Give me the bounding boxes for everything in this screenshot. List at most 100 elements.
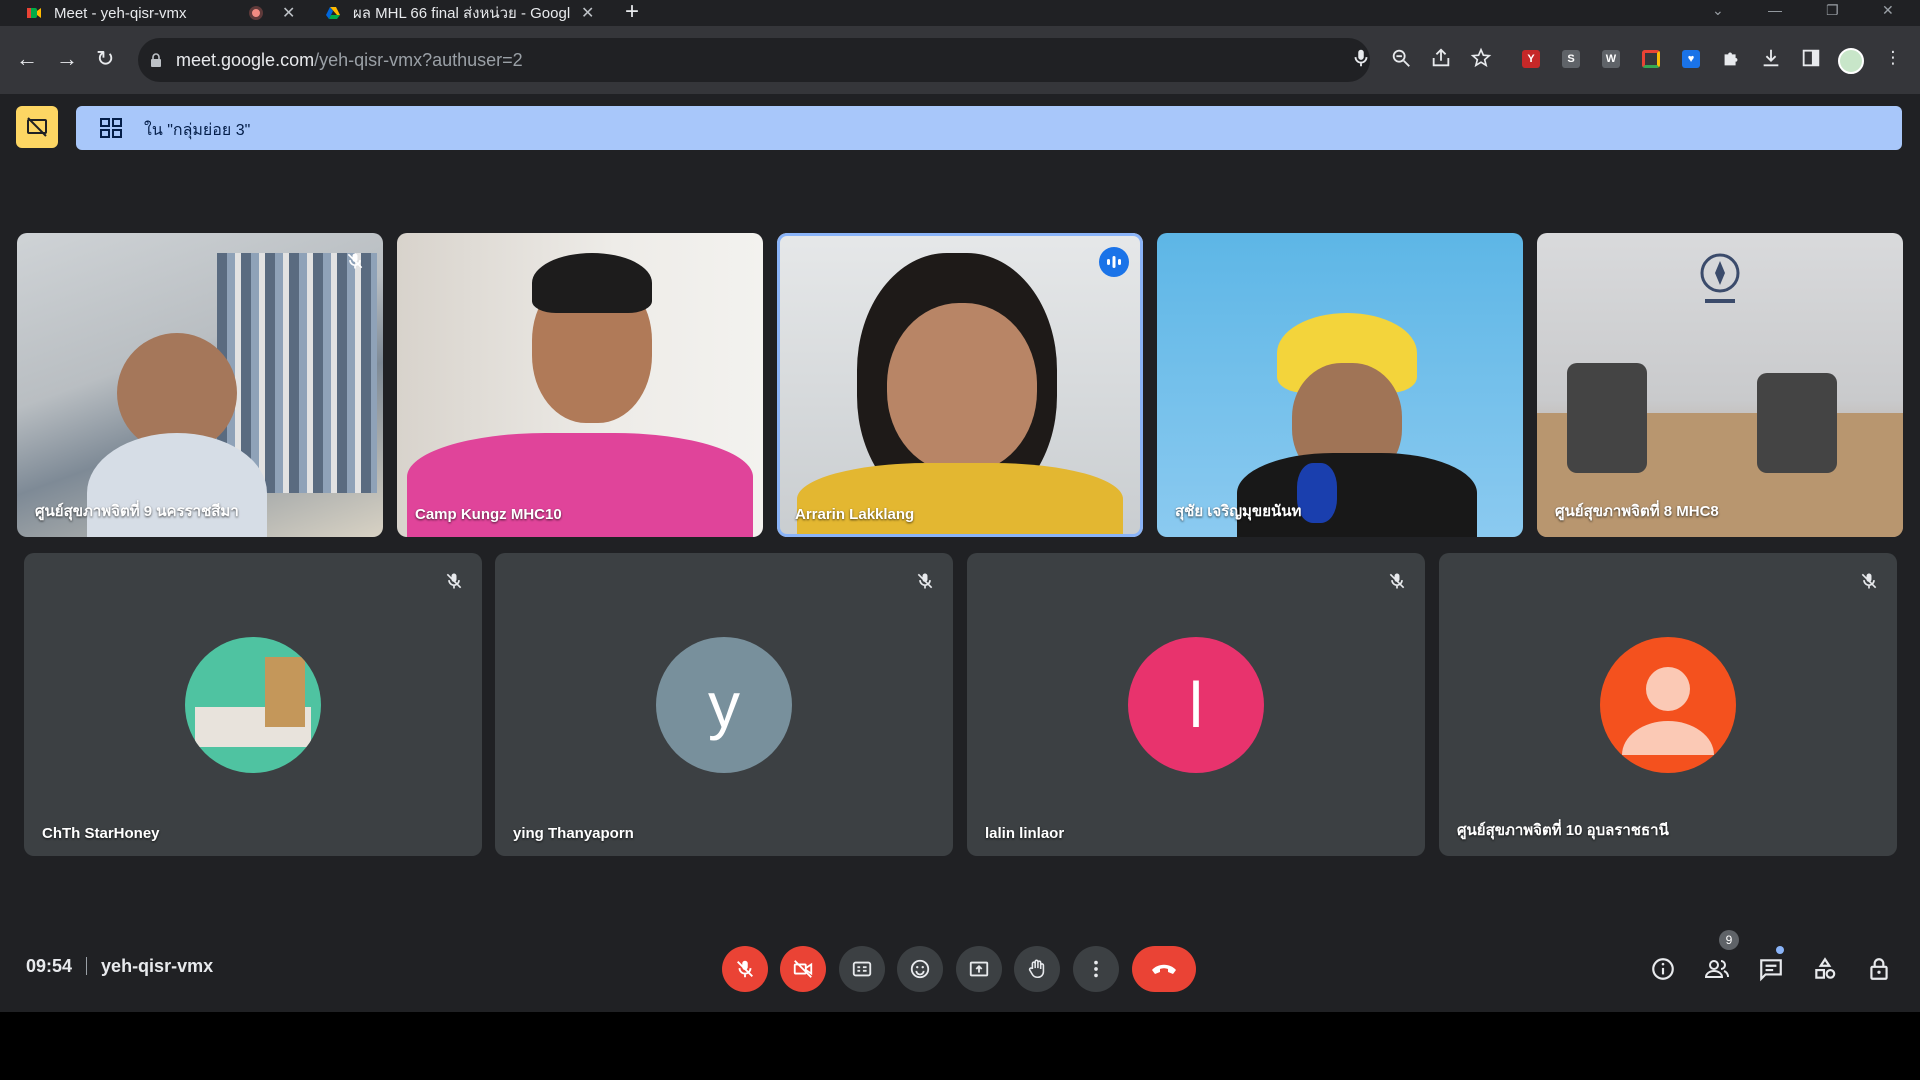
minimize-icon[interactable]: — (1768, 2, 1782, 18)
chair-image (1757, 373, 1837, 473)
extension-red-icon[interactable]: Y (1522, 50, 1540, 68)
tab-search-icon[interactable]: ⌄ (1712, 2, 1724, 19)
leave-call-button[interactable] (1132, 946, 1196, 992)
avatar (1600, 637, 1736, 773)
window-close-icon[interactable]: ✕ (1882, 2, 1894, 19)
hand-icon (1028, 959, 1045, 979)
avatar: y (656, 637, 792, 773)
captions-button[interactable] (839, 946, 885, 992)
extension-w-icon[interactable]: W (1602, 50, 1620, 68)
tab-meet[interactable]: Meet - yeh-qisr-vmx (26, 0, 187, 26)
host-controls-icon (1870, 958, 1888, 980)
reactions-button[interactable] (897, 946, 943, 992)
extension-s-icon[interactable]: S (1562, 50, 1580, 68)
emoji-icon (910, 959, 930, 979)
profile-avatar[interactable] (1838, 48, 1864, 74)
bookmark-star-icon[interactable] (1470, 47, 1492, 69)
more-icon (1094, 960, 1098, 978)
chat-button[interactable] (1756, 954, 1786, 984)
participant-tile[interactable]: ศูนย์สุขภาพจิตที่ 8 MHC8 (1537, 233, 1903, 537)
mic-off-icon (347, 253, 363, 269)
extension-shield-icon[interactable]: ♥ (1682, 50, 1700, 68)
camera-off-icon (793, 960, 813, 978)
default-person-icon (1622, 667, 1714, 755)
zoom-icon[interactable] (1390, 47, 1412, 69)
participant-hair-image (532, 253, 652, 313)
browser-tabstrip: Meet - yeh-qisr-vmx ✕ ผล MHL 66 final ส่… (0, 0, 1920, 26)
host-controls-panel-button[interactable] (1864, 954, 1894, 984)
mic-off-icon (917, 573, 933, 589)
participant-name: ศูนย์สุขภาพจิตที่ 10 อุบลราชธานี (1457, 822, 1669, 839)
url-text[interactable]: meet.google.com/yeh-qisr-vmx?authuser=2 (176, 50, 523, 71)
avatar: l (1128, 637, 1264, 773)
breakout-rooms-icon (100, 118, 122, 138)
participant-tile[interactable]: Camp Kungz MHC10 (397, 233, 763, 537)
activities-icon (1815, 957, 1836, 979)
present-button[interactable] (956, 946, 1002, 992)
avatar-initial: l (1188, 669, 1204, 741)
divider (86, 957, 88, 975)
camera-toggle-button[interactable] (780, 946, 826, 992)
maximize-icon[interactable]: ❐ (1826, 2, 1839, 19)
mic-toggle-button[interactable] (722, 946, 768, 992)
download-icon[interactable] (1760, 47, 1782, 69)
participant-name: ศูนย์สุขภาพจิตที่ 9 นครราชสีมา (35, 503, 239, 520)
meeting-time: 09:54 (26, 956, 73, 976)
participant-tile-speaking[interactable]: Arrarin Lakklang (777, 233, 1143, 537)
tab-title: ผล MHL 66 final ส่งหน่วย - Googl (353, 5, 571, 22)
share-icon[interactable] (1430, 47, 1452, 69)
avatar (185, 637, 321, 773)
chat-notification-dot (1776, 946, 1784, 954)
meeting-info: 09:54 yeh-qisr-vmx (26, 956, 213, 977)
new-tab-icon[interactable]: + (625, 0, 639, 26)
participant-tile[interactable]: y ying Thanyaporn (495, 553, 953, 856)
participant-name: ศูนย์สุขภาพจิตที่ 8 MHC8 (1555, 503, 1719, 520)
present-icon (969, 961, 989, 977)
mic-off-icon (1389, 573, 1405, 589)
participant-name: Camp Kungz MHC10 (415, 506, 562, 523)
people-button[interactable] (1702, 954, 1732, 984)
more-options-button[interactable] (1073, 946, 1119, 992)
participant-name: Arrarin Lakklang (795, 506, 915, 523)
department-logo-icon (1700, 253, 1740, 303)
chair-image (1567, 363, 1647, 473)
forward-icon[interactable]: → (56, 46, 78, 72)
mic-in-use-icon[interactable] (1350, 47, 1372, 69)
mic-off-icon (1861, 573, 1877, 589)
tab-close-icon[interactable]: ✕ (581, 3, 594, 23)
participant-name: lalin linlaor (985, 825, 1065, 842)
recording-indicator-icon (249, 6, 263, 20)
back-icon[interactable]: ← (16, 46, 38, 72)
lock-icon[interactable] (150, 53, 162, 67)
url-host: meet.google.com (176, 50, 315, 70)
participant-tile[interactable]: ศูนย์สุขภาพจิตที่ 9 นครราชสีมา (17, 233, 383, 537)
url-path: /yeh-qisr-vmx?authuser=2 (314, 50, 523, 70)
participant-shirt-image (1237, 453, 1477, 537)
microphone-image (1297, 463, 1337, 523)
browser-menu-icon[interactable]: ⋮ (1882, 47, 1904, 69)
participant-tile[interactable]: ศูนย์สุขภาพจิตที่ 10 อุบลราชธานี (1439, 553, 1897, 856)
present-off-icon (27, 117, 47, 137)
speaking-indicator (1099, 247, 1129, 277)
raise-hand-button[interactable] (1014, 946, 1060, 992)
people-icon (1704, 960, 1729, 978)
extensions-puzzle-icon[interactable] (1720, 47, 1742, 69)
reload-icon[interactable]: ↻ (96, 46, 114, 72)
meet-favicon-icon (27, 8, 41, 18)
avatar-initial: y (708, 669, 740, 741)
side-panel-icon[interactable] (1800, 47, 1822, 69)
meeting-code: yeh-qisr-vmx (101, 956, 214, 976)
participant-name: ChTh StarHoney (42, 825, 160, 842)
participant-tile[interactable]: ChTh StarHoney (24, 553, 482, 856)
participant-tile[interactable]: l lalin linlaor (967, 553, 1425, 856)
meeting-details-button[interactable] (1648, 954, 1678, 984)
participant-tile[interactable]: สุชัย เจริญมุขยนันท (1157, 233, 1523, 537)
breakout-room-label: ใน "กลุ่มย่อย 3" (144, 122, 251, 139)
info-icon (1652, 958, 1674, 980)
activities-button[interactable] (1810, 954, 1840, 984)
host-controls-button[interactable] (16, 106, 58, 148)
extension-ring-icon[interactable] (1642, 50, 1660, 68)
tab-sheets[interactable]: ผล MHL 66 final ส่งหน่วย - Googl (325, 0, 570, 26)
participant-count-badge: 9 (1719, 930, 1739, 950)
tab-close-icon[interactable]: ✕ (282, 3, 295, 23)
